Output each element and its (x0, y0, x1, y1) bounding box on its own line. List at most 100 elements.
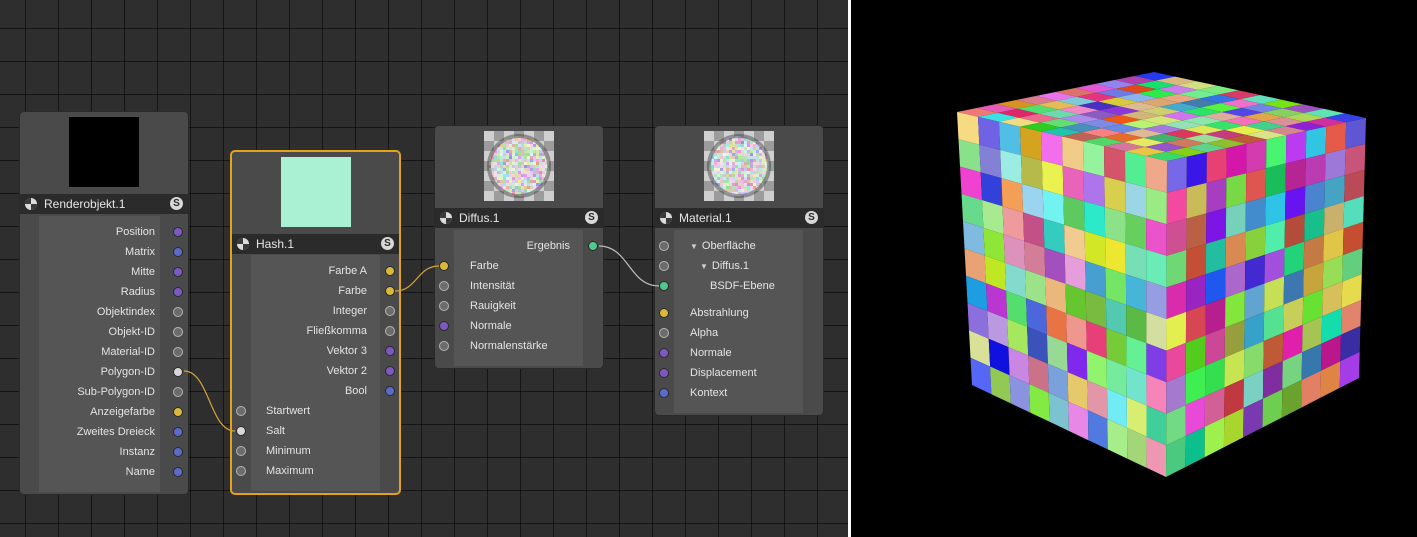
node-editor[interactable]: Renderobjekt.1 S Position Matrix Mitte Radi… (0, 0, 848, 537)
port-connector[interactable] (173, 247, 183, 257)
port-connector[interactable] (385, 366, 395, 376)
node-header[interactable]: Hash.1 S (232, 234, 399, 254)
port-connector[interactable] (659, 328, 669, 338)
port-connector[interactable] (236, 406, 246, 416)
port-connector[interactable] (173, 347, 183, 357)
port-connector[interactable] (385, 346, 395, 356)
port-connector[interactable] (173, 467, 183, 477)
port-label-text: Normale (690, 347, 732, 359)
port-connector[interactable] (173, 307, 183, 317)
sphere-tile (524, 144, 527, 147)
port-connector[interactable] (236, 466, 246, 476)
output-port-row: Farbe (232, 281, 399, 301)
node-header[interactable]: Material.1 S (655, 208, 823, 228)
port-connector[interactable] (173, 387, 183, 397)
sphere-tile (726, 171, 729, 174)
sphere-tile (735, 189, 738, 192)
port-connector[interactable] (385, 286, 395, 296)
sphere-tile (521, 156, 524, 159)
sphere-tile (720, 180, 723, 183)
port-connector[interactable] (659, 308, 669, 318)
hash-node[interactable]: Hash.1 S Farbe A Farbe Integer Fließkomma Ve… (230, 150, 401, 495)
port-connector[interactable] (236, 446, 246, 456)
sphere-tile (756, 174, 759, 177)
port-connector[interactable] (659, 348, 669, 358)
material-node[interactable]: Material.1 S ▼ Oberfläche ▼ Diffus.1 BSDF-Eb… (654, 125, 824, 416)
sphere-tile (762, 162, 765, 165)
sphere-tile (738, 174, 741, 177)
sphere-tile (714, 162, 717, 165)
sphere-tile (753, 171, 756, 174)
port-connector[interactable] (173, 367, 183, 377)
sphere-tile (521, 162, 524, 165)
sphere-tile (711, 165, 714, 168)
output-port-row: Material-ID (20, 342, 188, 362)
sphere-tile (744, 174, 747, 177)
diffus-node[interactable]: Diffus.1 S Ergebnis Farbe Intensität Rauig… (434, 125, 604, 369)
sphere-tile (518, 138, 521, 141)
port-connector[interactable] (236, 426, 246, 436)
port-connector[interactable] (385, 326, 395, 336)
expand-triangle-icon[interactable]: ▼ (700, 262, 708, 271)
sphere-tile (738, 183, 741, 186)
sphere-tile (717, 177, 720, 180)
port-connector[interactable] (659, 388, 669, 398)
output-port-row: Name (20, 462, 188, 482)
render-viewport[interactable] (851, 0, 1417, 537)
sphere-tile (533, 147, 536, 150)
solo-icon[interactable]: S (585, 211, 598, 224)
port-label-text: Startwert (266, 405, 311, 417)
port-connector[interactable] (659, 261, 669, 271)
sphere-tile (729, 168, 732, 171)
solo-icon[interactable]: S (381, 237, 394, 250)
port-connector[interactable] (439, 261, 449, 271)
port-connector[interactable] (173, 427, 183, 437)
port-connector[interactable] (659, 368, 669, 378)
port-connector[interactable] (588, 241, 598, 251)
port-label: Ergebnis (527, 236, 570, 256)
sphere-tile (741, 150, 744, 153)
port-connector[interactable] (173, 227, 183, 237)
port-connector[interactable] (439, 301, 449, 311)
wire-polygonid-salt[interactable] (183, 370, 236, 432)
sphere-tile (503, 174, 506, 177)
sphere-tile (729, 156, 732, 159)
solo-icon[interactable]: S (805, 211, 818, 224)
sphere-tile (738, 165, 741, 168)
sphere-tile (756, 156, 759, 159)
port-label: Salt (266, 421, 285, 441)
sphere-tile (506, 174, 509, 177)
sphere-tile (536, 177, 539, 180)
port-connector[interactable] (385, 306, 395, 316)
port-connector[interactable] (439, 341, 449, 351)
port-connector[interactable] (439, 281, 449, 291)
sphere-tile (738, 162, 741, 165)
node-header[interactable]: Renderobjekt.1 S (20, 194, 188, 214)
wire-ergebnis-bsdf[interactable] (598, 245, 660, 287)
sphere-tile (723, 150, 726, 153)
port-connector[interactable] (439, 321, 449, 331)
node-header[interactable]: Diffus.1 S (435, 208, 603, 228)
solo-icon[interactable]: S (170, 197, 183, 210)
port-label-text: Rauigkeit (470, 300, 516, 312)
sphere-tile (714, 159, 717, 162)
sphere-tile (753, 162, 756, 165)
port-connector[interactable] (659, 241, 669, 251)
sphere-tile (506, 183, 509, 186)
sphere-tile (533, 186, 536, 189)
port-connector[interactable] (659, 281, 669, 291)
input-port-row: BSDF-Ebene (655, 276, 823, 296)
port-connector[interactable] (385, 386, 395, 396)
port-connector[interactable] (385, 266, 395, 276)
wire-farbe-farbe[interactable] (394, 265, 440, 292)
port-connector[interactable] (173, 327, 183, 337)
port-connector[interactable] (173, 287, 183, 297)
expand-triangle-icon[interactable]: ▼ (690, 242, 698, 251)
renderobjekt-node[interactable]: Renderobjekt.1 S Position Matrix Mitte Radi… (19, 111, 189, 495)
sphere-tile (506, 153, 509, 156)
port-connector[interactable] (173, 447, 183, 457)
port-connector[interactable] (173, 267, 183, 277)
output-port-row: Objekt-ID (20, 322, 188, 342)
port-label: Name (126, 462, 155, 482)
port-connector[interactable] (173, 407, 183, 417)
